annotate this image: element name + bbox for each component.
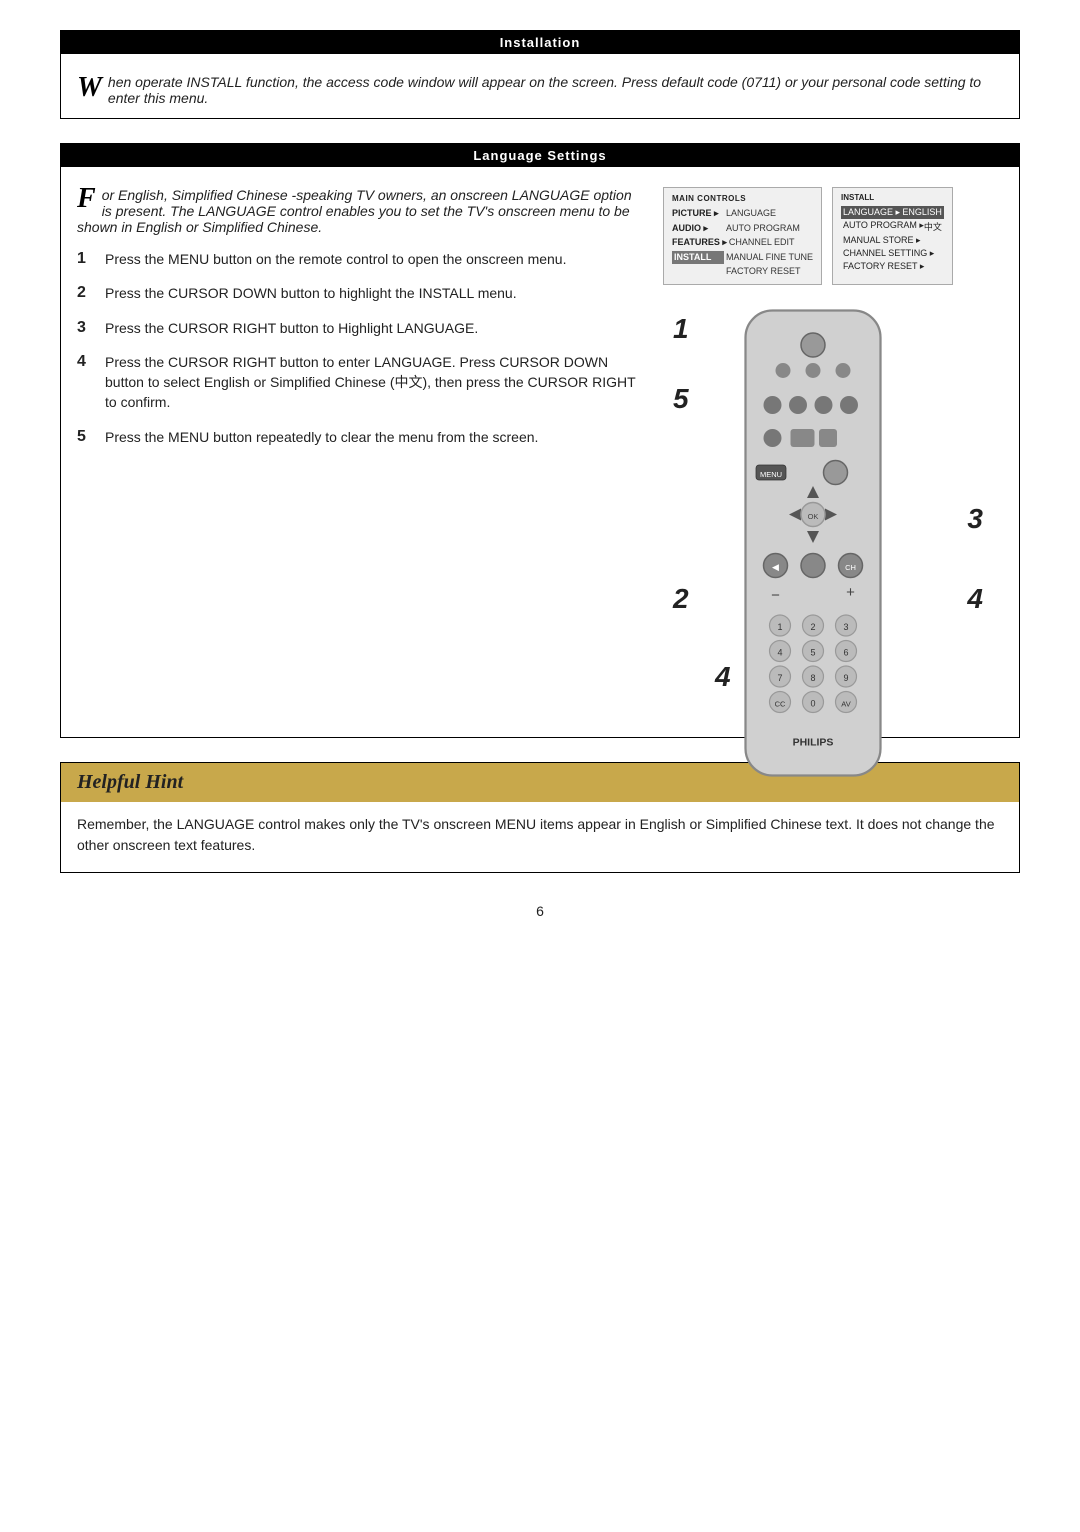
menu-entry-picture: PICTURE ▸ LANGUAGE — [672, 207, 813, 221]
installation-text: hen operate INSTALL function, the access… — [108, 74, 981, 106]
install-row-autoprog-value: 中文 — [924, 220, 942, 233]
page-number: 6 — [60, 903, 1020, 919]
svg-text:1: 1 — [777, 622, 782, 632]
menu-cat-picture: PICTURE ▸ — [672, 207, 724, 221]
step-3-number: 3 — [77, 319, 95, 337]
remote-area: 1 5 3 2 4 4 — [663, 303, 1003, 723]
lang-intro: F or English, Simplified Chinese -speaki… — [77, 187, 643, 235]
menu-cat-install: INSTALL — [672, 251, 724, 265]
language-left: F or English, Simplified Chinese -speaki… — [77, 187, 643, 723]
hint-body-text: Remember, the LANGUAGE control makes onl… — [77, 816, 995, 853]
installation-header: Installation — [61, 31, 1019, 54]
install-row-factoryreset: FACTORY RESET ▸ — [841, 260, 944, 273]
install-row-language-label: LANGUAGE ▸ — [843, 207, 900, 218]
svg-text:◀: ◀ — [772, 562, 779, 572]
step-3-text: Press the CURSOR RIGHT button to Highlig… — [105, 318, 478, 338]
svg-text:3: 3 — [843, 622, 848, 632]
menu-cat-audio: AUDIO ▸ — [672, 222, 724, 236]
install-submenu-box: INSTALL LANGUAGE ▸ ENGLISH AUTO PROGRAM … — [832, 187, 953, 285]
main-menu-box: MAIN CONTROLS PICTURE ▸ LANGUAGE AUDIO ▸… — [663, 187, 822, 285]
language-content: F or English, Simplified Chinese -speaki… — [61, 177, 1019, 737]
step-4-text: Press the CURSOR RIGHT button to enter L… — [105, 352, 643, 413]
menu-sub-channeledit: CHANNEL EDIT — [729, 236, 795, 250]
callout-2: 2 — [673, 583, 689, 615]
menu-sub-language: LANGUAGE — [726, 207, 776, 221]
svg-text:−: − — [771, 587, 780, 604]
svg-text:PHILIPS: PHILIPS — [793, 736, 834, 748]
install-submenu-title: INSTALL — [841, 193, 944, 202]
menu-sub-factoryreset: FACTORY RESET — [726, 265, 801, 279]
callout-5: 5 — [673, 383, 689, 415]
hint-title-text: Helpful Hint — [77, 771, 183, 793]
svg-text:2: 2 — [810, 622, 815, 632]
main-menu-col: PICTURE ▸ LANGUAGE AUDIO ▸ AUTO PROGRAM … — [672, 207, 813, 279]
svg-text:6: 6 — [843, 647, 848, 657]
menu-sub-autoprog: AUTO PROGRAM — [726, 222, 800, 236]
installation-content: W hen operate INSTALL function, the acce… — [61, 64, 1019, 118]
installation-header-text: Installation — [500, 35, 581, 50]
install-row-channelsetting-label: CHANNEL SETTING ▸ — [843, 248, 934, 259]
diagrams-row: MAIN CONTROLS PICTURE ▸ LANGUAGE AUDIO ▸… — [663, 187, 1003, 285]
callout-3: 3 — [967, 503, 983, 535]
step-2-text: Press the CURSOR DOWN button to highligh… — [105, 283, 517, 303]
step-1-number: 1 — [77, 250, 95, 268]
menu-entry-install: INSTALL MANUAL FINE TUNE — [672, 251, 813, 265]
install-row-manualstore-label: MANUAL STORE ▸ — [843, 235, 921, 246]
svg-text:CH: CH — [845, 563, 856, 572]
install-w-icon: W — [77, 72, 102, 104]
step-5: 5 Press the MENU button repeatedly to cl… — [77, 427, 643, 447]
language-settings-header-text: Language Settings — [473, 148, 606, 163]
main-menu-title: MAIN CONTROLS — [672, 193, 813, 205]
install-row-channelsetting: CHANNEL SETTING ▸ — [841, 247, 944, 260]
language-settings-section: Language Settings F or English, Simplifi… — [60, 143, 1020, 738]
svg-text:MENU: MENU — [760, 470, 782, 479]
step-1-text: Press the MENU button on the remote cont… — [105, 249, 566, 269]
install-row-language: LANGUAGE ▸ ENGLISH — [841, 206, 944, 219]
step-2: 2 Press the CURSOR DOWN button to highli… — [77, 283, 643, 303]
install-row-autoprog-label: AUTO PROGRAM ▸ — [843, 220, 924, 233]
svg-text:5: 5 — [810, 647, 815, 657]
svg-text:4: 4 — [777, 647, 782, 657]
svg-text:8: 8 — [810, 673, 815, 683]
remote-svg: MENU OK ◀ CH − — [723, 303, 903, 813]
menu-entry-factory: FACTORY RESET — [672, 265, 813, 279]
lang-f-icon: F — [77, 183, 96, 215]
step-2-number: 2 — [77, 284, 95, 302]
step-5-text: Press the MENU button repeatedly to clea… — [105, 427, 538, 447]
step-3: 3 Press the CURSOR RIGHT button to Highl… — [77, 318, 643, 338]
menu-entry-features: FEATURES ▸ CHANNEL EDIT — [672, 236, 813, 250]
language-right: MAIN CONTROLS PICTURE ▸ LANGUAGE AUDIO ▸… — [663, 187, 1003, 723]
install-row-factoryreset-label: FACTORY RESET ▸ — [843, 261, 924, 272]
step-1: 1 Press the MENU button on the remote co… — [77, 249, 643, 269]
svg-text:AV: AV — [841, 699, 850, 708]
step-4: 4 Press the CURSOR RIGHT button to enter… — [77, 352, 643, 413]
svg-text:CC: CC — [775, 699, 786, 708]
install-row-language-value: ENGLISH — [902, 207, 942, 218]
steps-list: 1 Press the MENU button on the remote co… — [77, 249, 643, 447]
menu-cat-features: FEATURES ▸ — [672, 236, 727, 250]
callout-4-right: 4 — [967, 583, 983, 615]
svg-text:+: + — [846, 584, 855, 601]
page-number-text: 6 — [536, 903, 544, 919]
install-row-manualstore: MANUAL STORE ▸ — [841, 234, 944, 247]
step-5-number: 5 — [77, 428, 95, 446]
svg-text:0: 0 — [810, 698, 815, 708]
svg-text:OK: OK — [808, 512, 819, 521]
install-row-autoprog: AUTO PROGRAM ▸ 中文 — [841, 219, 944, 234]
step-4-number: 4 — [77, 353, 95, 371]
svg-text:7: 7 — [777, 673, 782, 683]
language-settings-header: Language Settings — [61, 144, 1019, 167]
callout-1: 1 — [673, 313, 689, 345]
svg-text:9: 9 — [843, 673, 848, 683]
menu-entry-audio: AUDIO ▸ AUTO PROGRAM — [672, 222, 813, 236]
lang-intro-text: or English, Simplified Chinese -speaking… — [77, 187, 632, 235]
installation-section: Installation W hen operate INSTALL funct… — [60, 30, 1020, 119]
menu-sub-manualfine: MANUAL FINE TUNE — [726, 251, 813, 265]
